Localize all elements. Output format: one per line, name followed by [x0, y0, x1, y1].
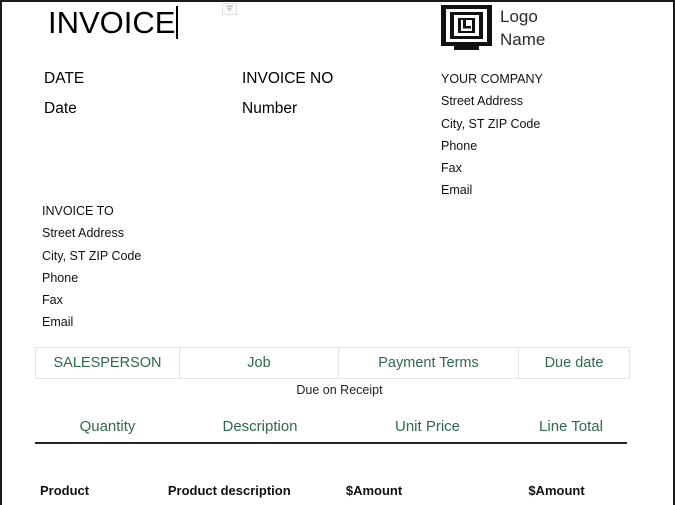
column-header-description[interactable]: Description [180, 418, 340, 435]
date-label: DATE [44, 70, 85, 87]
invoice-title-row[interactable]: INVOICE [48, 4, 179, 42]
page-title: INVOICE [48, 5, 176, 40]
logo-text: Logo Name [500, 5, 545, 51]
maze-square-logo-icon [441, 5, 492, 50]
bill-to-line-2[interactable]: City, ST ZIP Code [42, 245, 141, 267]
logo-block[interactable]: Logo Name [441, 5, 545, 54]
terms-table-row: SALESPERSON Job Payment Terms Due date [35, 347, 630, 379]
company-line-1[interactable]: Street Address [441, 90, 543, 112]
company-line-3[interactable]: Phone [441, 135, 543, 157]
bill-to-line-1[interactable]: Street Address [42, 222, 141, 244]
bill-to-line-4[interactable]: Fax [42, 289, 141, 311]
company-line-4[interactable]: Fax [441, 157, 543, 179]
column-header-line-total[interactable]: Line Total [515, 418, 627, 435]
column-header-unit-price[interactable]: Unit Price [340, 418, 515, 435]
line-items-header: Quantity Description Unit Price Line Tot… [35, 418, 627, 444]
logo-line-1: Logo [500, 7, 538, 26]
due-on-receipt-note: Due on Receipt [296, 383, 383, 397]
company-heading: YOUR COMPANY [441, 72, 543, 86]
company-line-2[interactable]: City, ST ZIP Code [441, 113, 543, 135]
cell-quantity[interactable]: Product [35, 483, 163, 498]
cell-description[interactable]: Product description [163, 483, 316, 498]
logo-line-2: Name [500, 30, 546, 49]
bill-to-heading: INVOICE TO [42, 204, 114, 218]
bill-to-line-5[interactable]: Email [42, 311, 141, 333]
dropdown-marker-icon[interactable] [222, 3, 237, 15]
terms-cell-job[interactable]: Job [179, 347, 339, 379]
cell-line-total[interactable]: $Amount [498, 483, 627, 498]
terms-cell-salesperson[interactable]: SALESPERSON [35, 347, 180, 379]
company-line-5[interactable]: Email [441, 179, 543, 201]
column-header-quantity[interactable]: Quantity [35, 418, 180, 435]
terms-table: SALESPERSON Job Payment Terms Due date [35, 347, 630, 379]
bill-to-line-3[interactable]: Phone [42, 267, 141, 289]
cell-unit-price[interactable]: $Amount [316, 483, 498, 498]
date-value[interactable]: Date [44, 98, 77, 120]
table-row: Product Product description $Amount $Amo… [35, 483, 627, 498]
terms-cell-due-date[interactable]: Due date [518, 347, 630, 379]
bill-to-block: INVOICE TO Street Address City, ST ZIP C… [42, 200, 141, 334]
terms-cell-payment-terms[interactable]: Payment Terms [338, 347, 519, 379]
company-address-block: YOUR COMPANY Street Address City, ST ZIP… [441, 68, 543, 202]
invoice-no-label: INVOICE NO [242, 70, 334, 87]
invoice-no-value[interactable]: Number [242, 98, 297, 120]
text-caret [176, 6, 179, 39]
invoice-document: INVOICE Logo Name DATE Date INVOICE NO N… [0, 0, 675, 505]
